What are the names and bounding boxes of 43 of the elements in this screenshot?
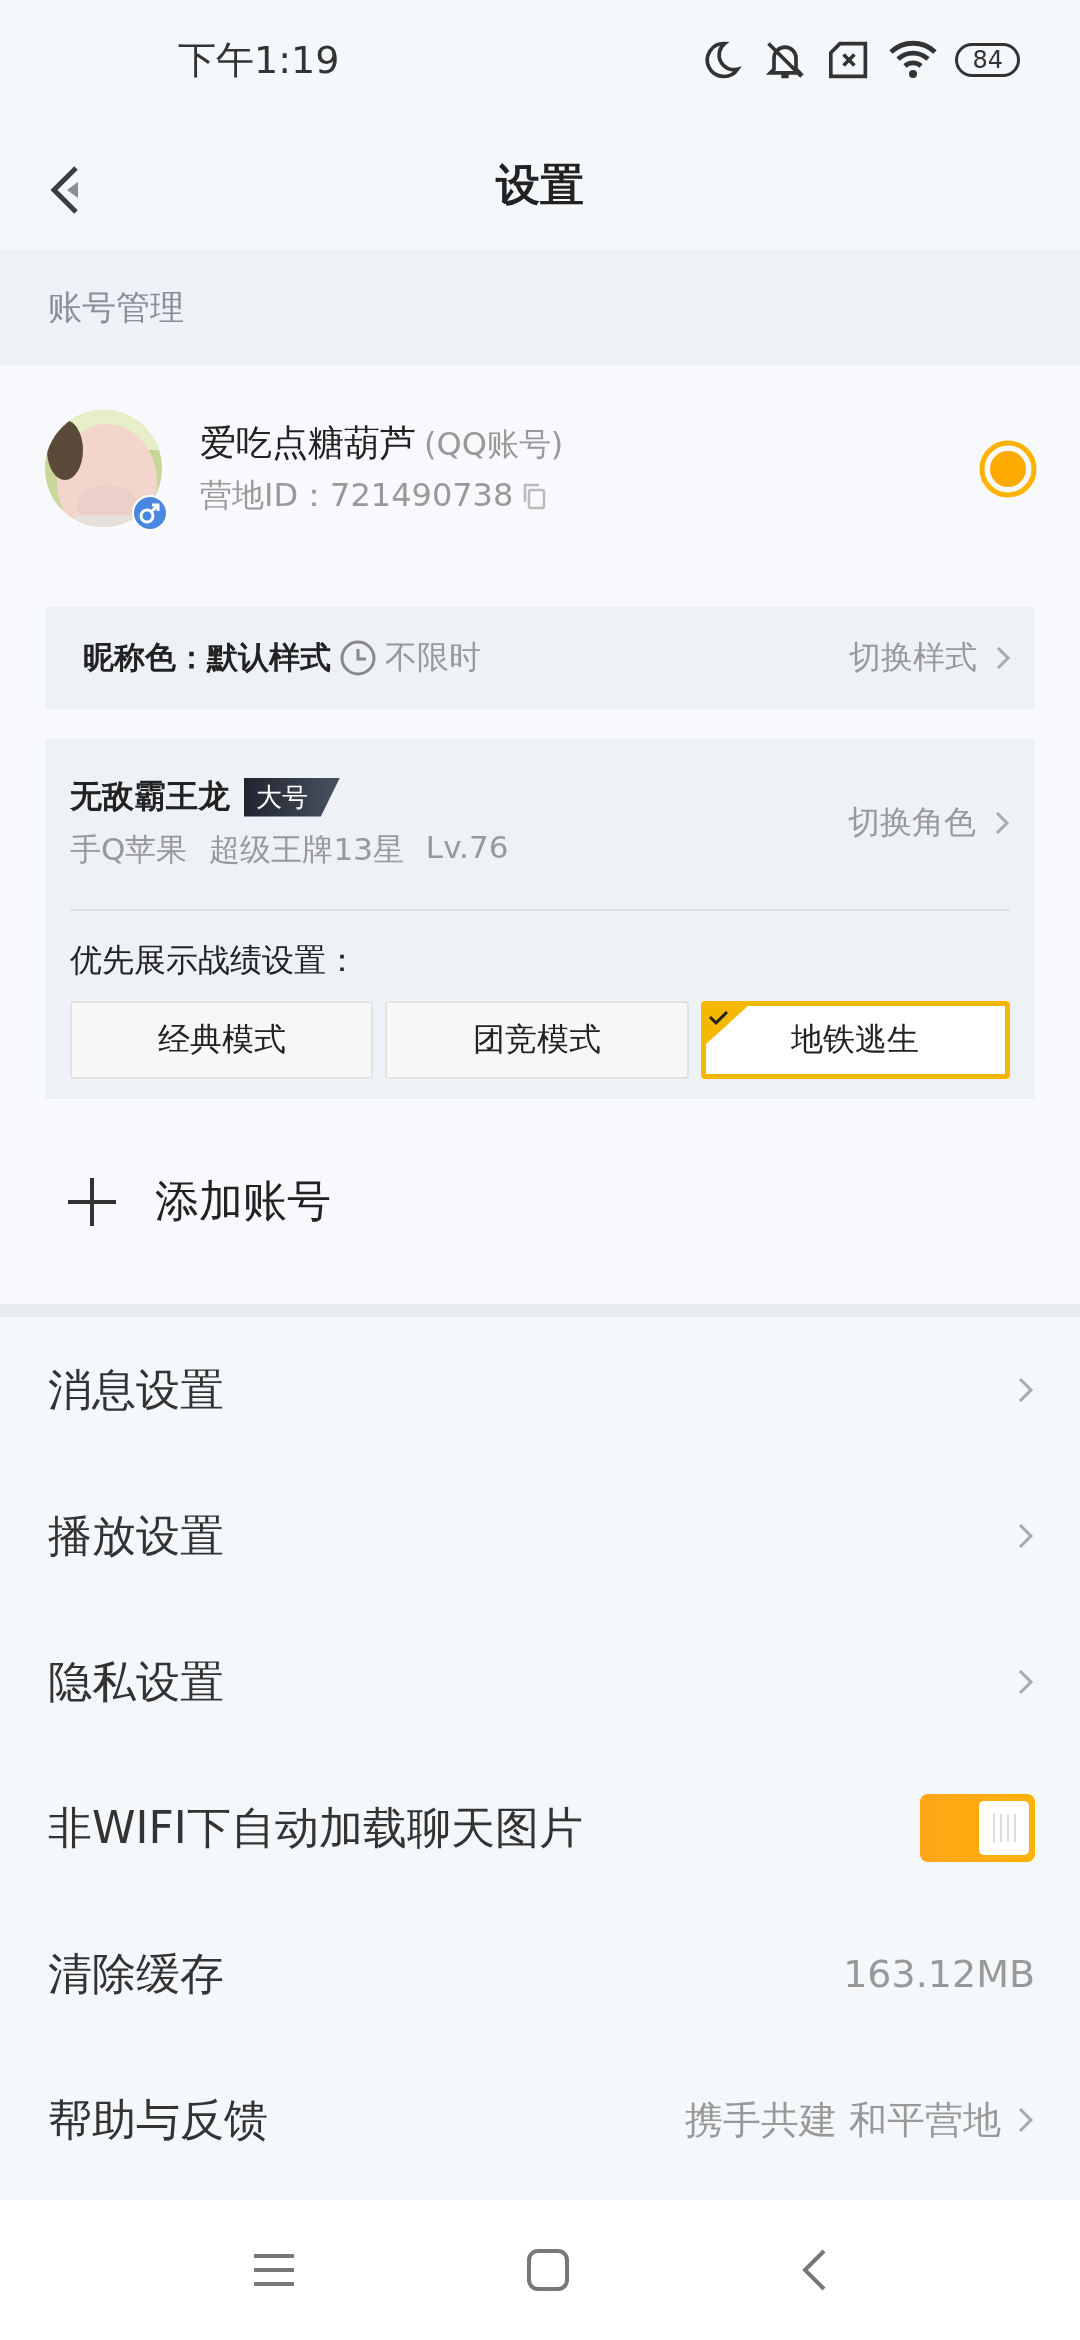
back-icon[interactable] <box>800 2248 828 2292</box>
setting-label[interactable]: 消息设置 <box>48 1360 224 1420</box>
section-header: 账号管理 <box>0 250 1080 365</box>
add-account-link[interactable]: 添加账号 <box>155 1172 331 1231</box>
setting-label[interactable]: 隐私设置 <box>48 1652 224 1712</box>
priority-label: 优先展示战绩设置： <box>70 940 359 981</box>
chevron-right-icon <box>1017 1375 1035 1405</box>
male-icon <box>132 495 168 531</box>
toggle-switch[interactable] <box>920 1794 1035 1862</box>
back-icon[interactable] <box>50 165 80 215</box>
check-corner-icon <box>704 1005 749 1045</box>
main-account-badge: 大号 <box>244 777 340 817</box>
mode-option[interactable]: 团竞模式 <box>385 1001 689 1079</box>
nickname-color-label: 昵称色：默认样式 <box>83 638 331 677</box>
role-detail: 手Q苹果 <box>70 830 188 869</box>
setting-label[interactable]: 帮助与反馈 <box>48 2090 268 2150</box>
chevron-right-icon <box>1017 2105 1035 2135</box>
setting-label[interactable]: 清除缓存 <box>48 1944 224 2004</box>
clock-icon <box>339 639 377 677</box>
account-type: (QQ账号) <box>424 424 564 465</box>
role-detail: Lv.76 <box>425 829 509 867</box>
mode-option[interactable]: 地铁逃生 <box>700 1001 1010 1079</box>
setting-value: 携手共建 和平营地 <box>684 2096 1001 2144</box>
setting-value: 163.12MB <box>843 1952 1035 1996</box>
account-name: 爱吃点糖葫芦 <box>200 421 416 465</box>
mode-option[interactable]: 经典模式 <box>70 1001 374 1079</box>
account-radio[interactable] <box>978 438 1038 499</box>
camp-id: 营地ID：721490738 <box>200 475 514 516</box>
battery-level: 84 <box>955 43 1020 77</box>
duration-text: 不限时 <box>385 637 481 678</box>
setting-label[interactable]: 播放设置 <box>48 1506 224 1566</box>
home-icon[interactable] <box>526 2248 570 2292</box>
chevron-right-icon <box>995 644 1011 672</box>
status-time: 下午1:19 <box>178 36 340 84</box>
chevron-right-icon <box>1017 1521 1035 1551</box>
chevron-right-icon <box>1017 1667 1035 1697</box>
chevron-right-icon <box>994 809 1010 837</box>
wifi-icon <box>889 40 938 80</box>
role-name: 无敌霸王龙 <box>70 776 230 817</box>
menu-icon[interactable] <box>252 2252 296 2288</box>
page-title: 设置 <box>496 157 584 212</box>
setting-label[interactable]: 非WIFI下自动加载聊天图片 <box>48 1798 583 1858</box>
role-detail: 超级王牌13星 <box>209 830 404 869</box>
